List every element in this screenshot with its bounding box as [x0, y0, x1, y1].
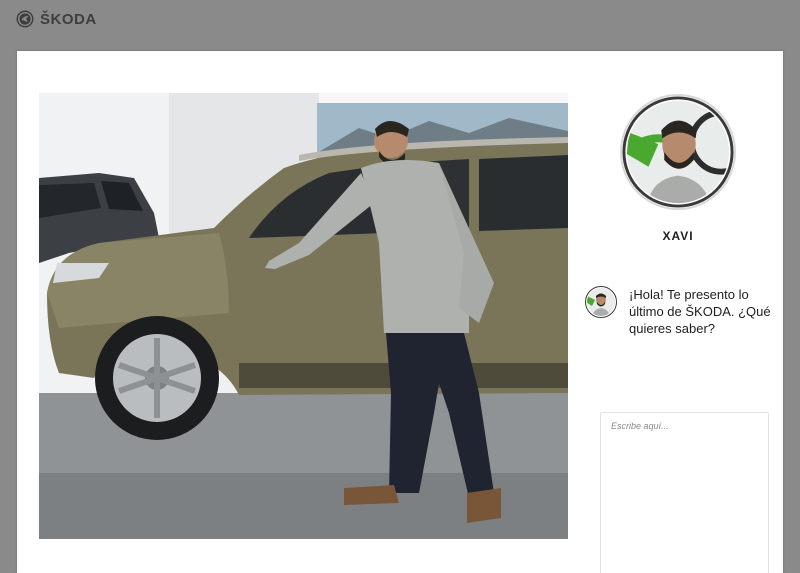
- agent-name: XAVI: [662, 229, 694, 243]
- greeting-message: ¡Hola! Te presento lo último de ŠKODA. ¿…: [629, 287, 771, 336]
- agent-avatar[interactable]: [619, 93, 737, 211]
- agent-avatar-small: [585, 286, 617, 318]
- agent-profile: XAVI: [619, 93, 737, 243]
- showroom-photo-drawing: [39, 93, 568, 539]
- showroom-photo: [39, 93, 568, 539]
- brand-name: ŠKODA: [40, 10, 97, 28]
- chat-message: ¡Hola! Te presento lo último de ŠKODA. ¿…: [585, 286, 775, 337]
- skoda-winged-arrow-icon: [16, 10, 34, 28]
- top-bar: ŠKODA: [0, 0, 800, 40]
- chat-input[interactable]: [600, 412, 769, 573]
- brand-logo[interactable]: ŠKODA: [16, 10, 97, 28]
- chat-card: XAVI ¡Hola! Te presento lo último de ŠKO…: [17, 51, 783, 573]
